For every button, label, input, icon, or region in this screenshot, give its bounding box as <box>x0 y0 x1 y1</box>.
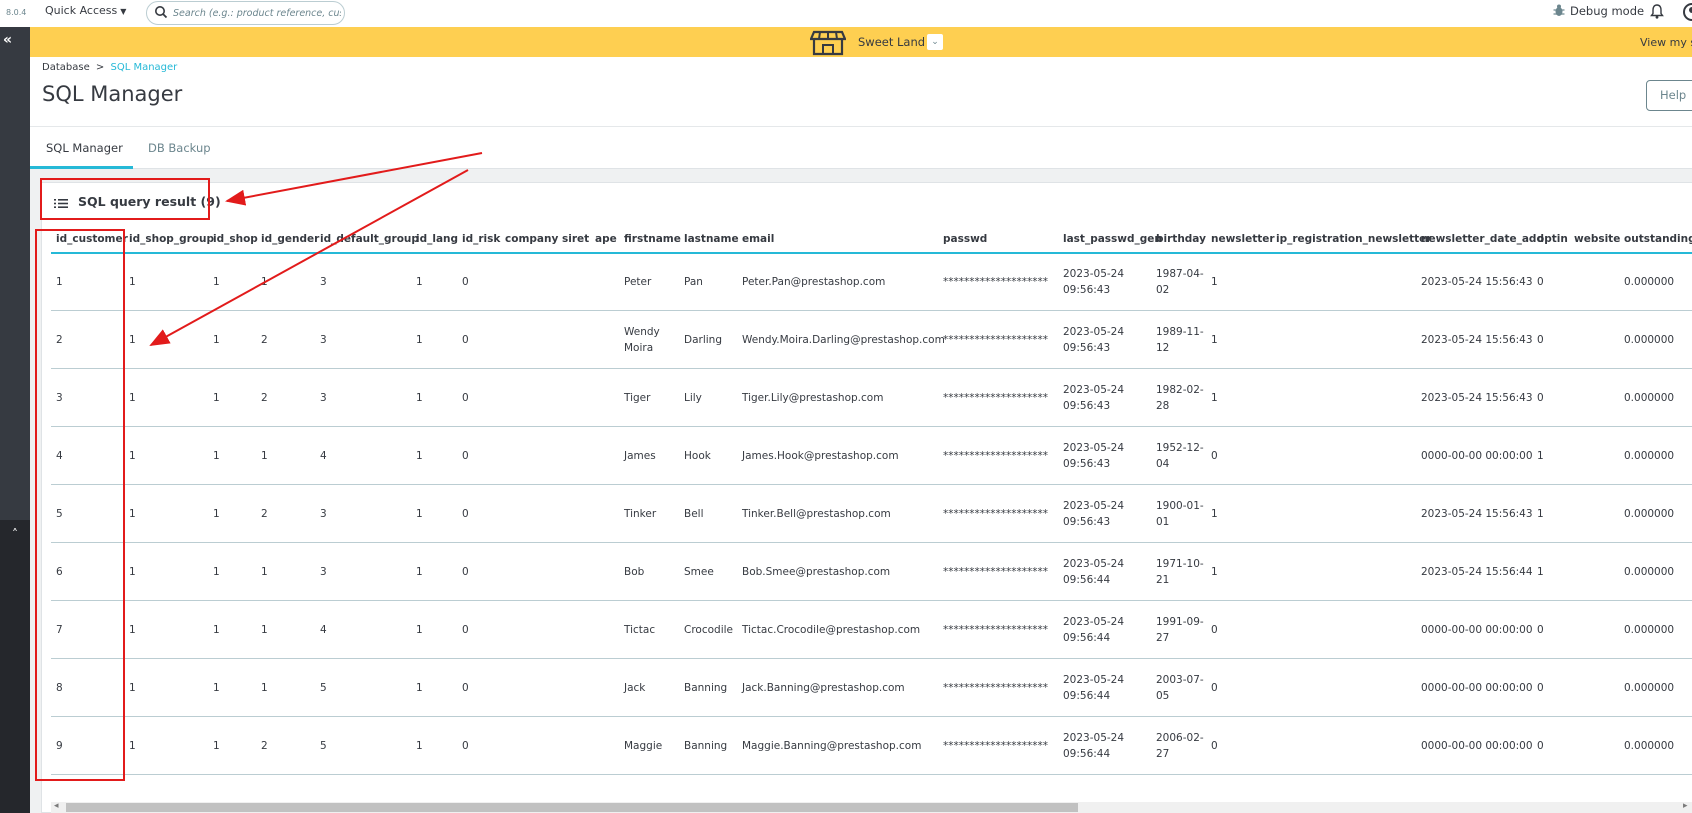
arrow-to-title <box>225 152 483 206</box>
annotation-arrows <box>149 152 483 346</box>
arrow-to-id-column <box>149 169 469 346</box>
